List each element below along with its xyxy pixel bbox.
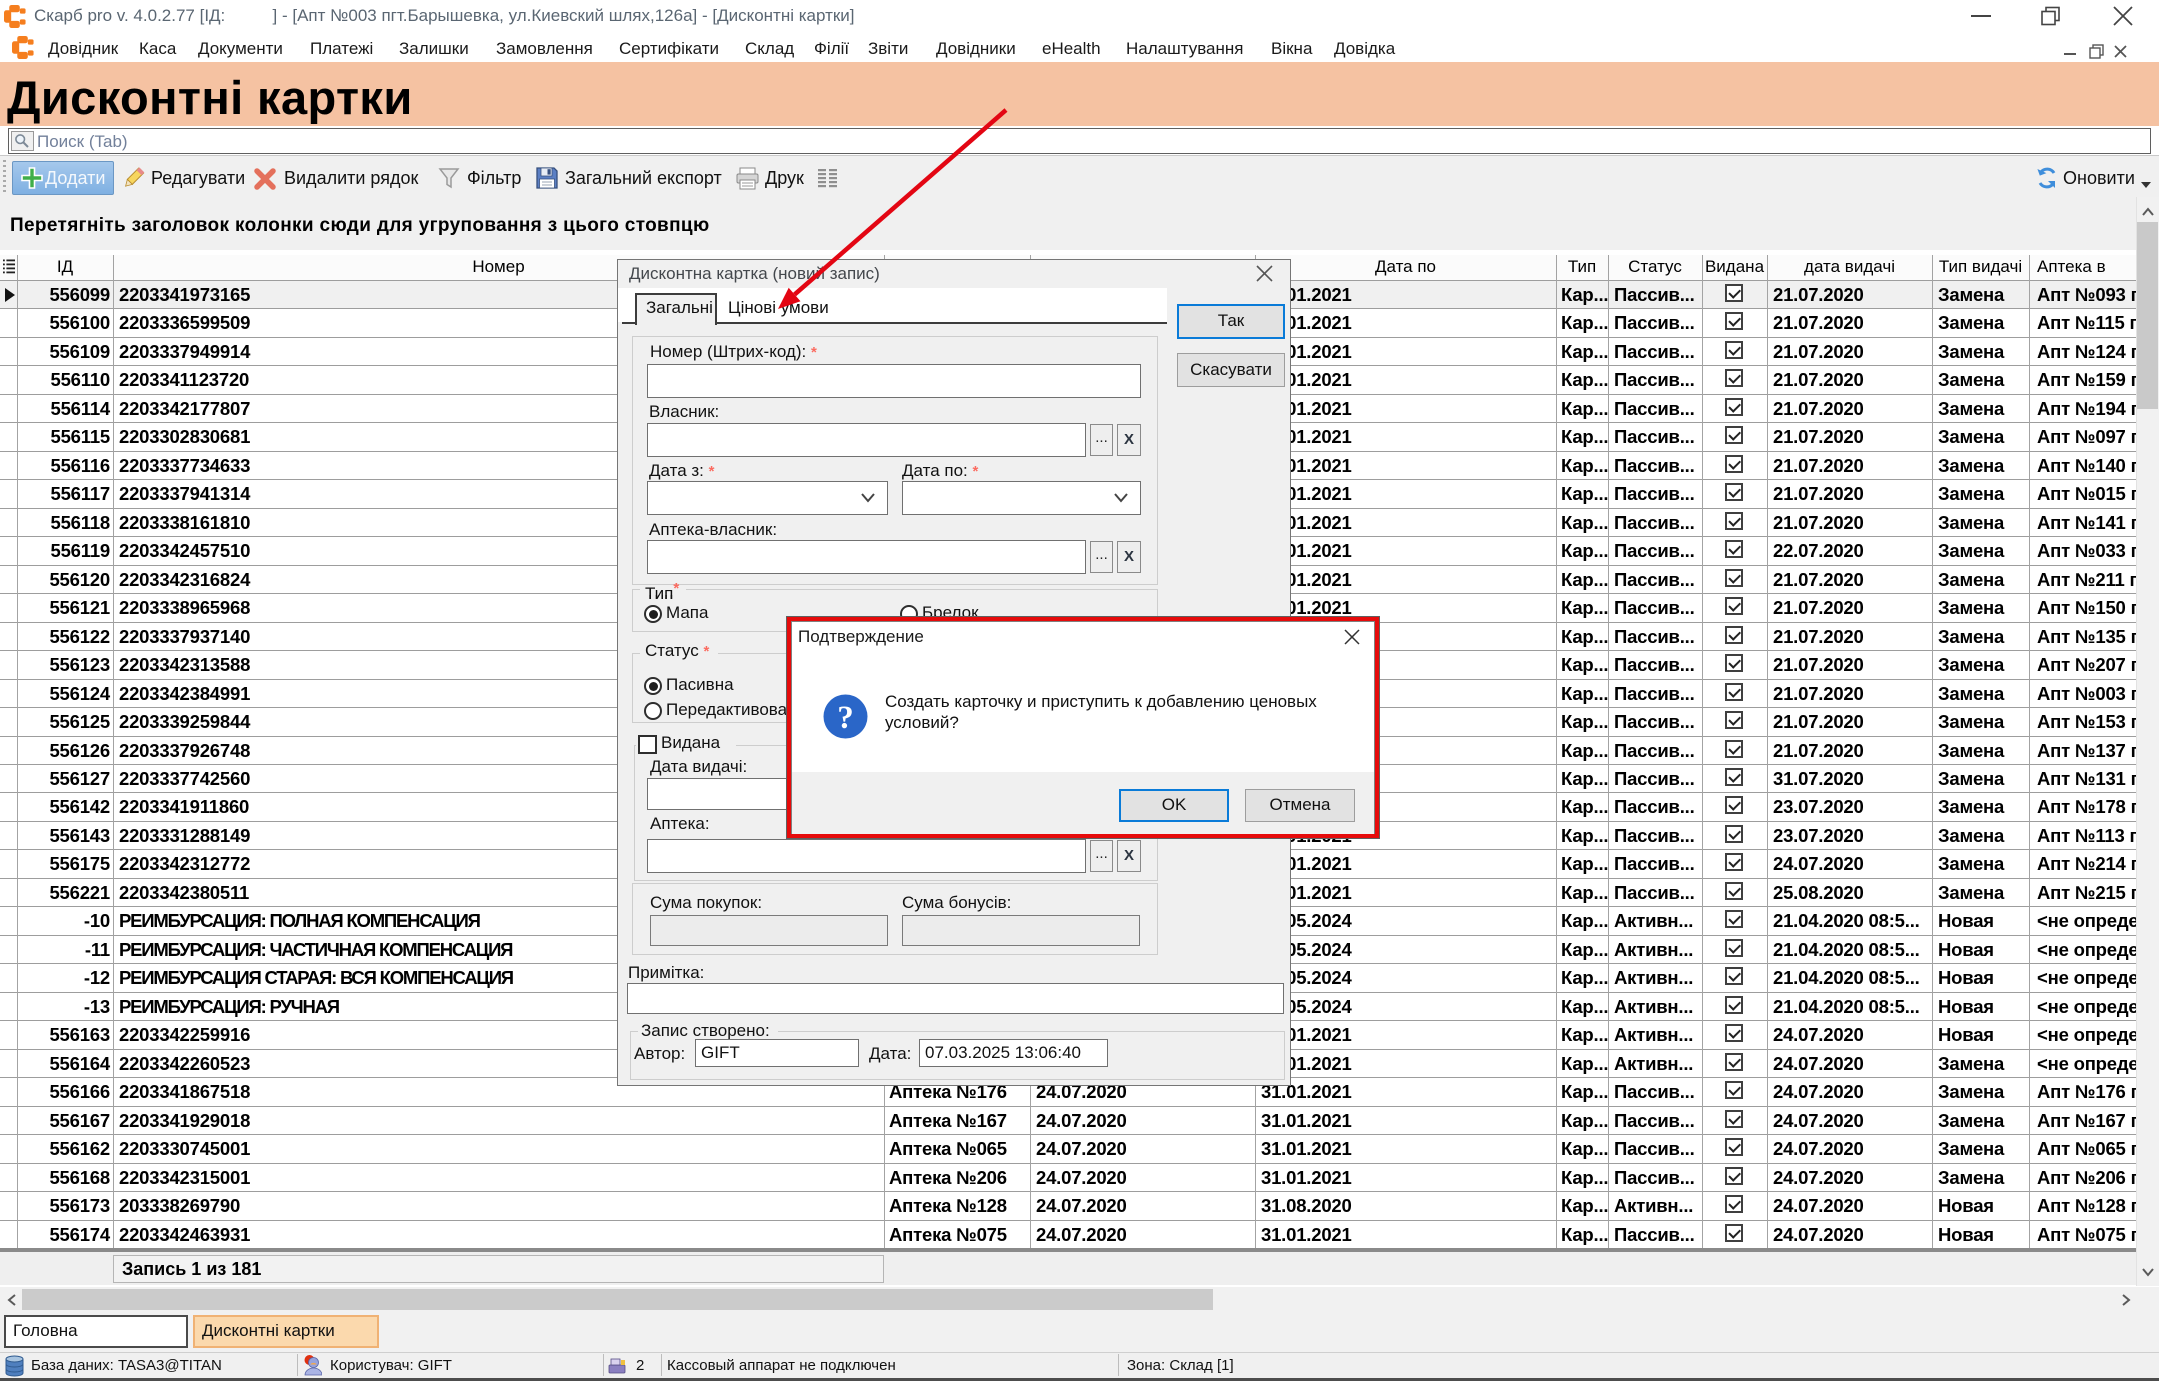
- svg-text:?: ?: [837, 700, 854, 736]
